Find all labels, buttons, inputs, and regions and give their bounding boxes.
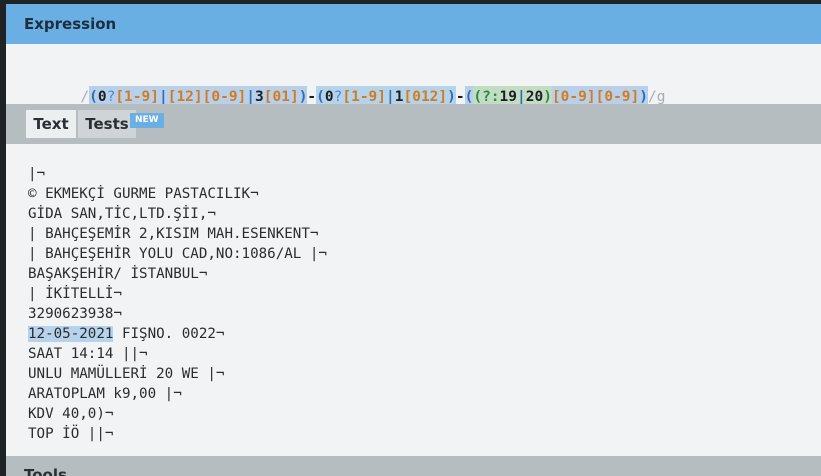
text-line: ARATOPLAM k9,00 |¬ bbox=[28, 386, 182, 402]
regex-match: 12-05-2021 bbox=[28, 326, 114, 342]
text-lines: |¬ © EKMEKÇİ GURME PASTACILIK¬ GİDA SAN,… bbox=[28, 164, 327, 444]
expression-input[interactable]: /(0?[1-9]|[12][0-9]|3[01])-(0?[1-9]|1[01… bbox=[28, 64, 665, 108]
test-text-area[interactable]: |¬ © EKMEKÇİ GURME PASTACILIK¬ GİDA SAN,… bbox=[6, 144, 821, 456]
text-line: |¬ bbox=[28, 166, 46, 182]
text-line: © EKMEKÇİ GURME PASTACILIK¬ bbox=[28, 186, 259, 202]
text-line: BAŞAKŞEHİR/ İSTANBUL¬ bbox=[28, 266, 208, 282]
text-line: SAAT 14:14 ||¬ bbox=[28, 346, 148, 362]
text-line: GİDA SAN,TİC,LTD.ŞİI,¬ bbox=[28, 206, 216, 222]
text-line: | BAHÇEŞEMİR 2,KISIM MAH.ESENKENT¬ bbox=[28, 226, 319, 242]
expression-header: Expression bbox=[6, 4, 821, 44]
tools-bar[interactable]: Tools bbox=[6, 456, 821, 476]
tab-text[interactable]: Text bbox=[26, 110, 76, 138]
text-line: | İKİTELLİ¬ bbox=[28, 286, 122, 302]
text-line: UNLU MAMÜLLERİ 20 WE |¬ bbox=[28, 366, 225, 382]
text-line: TOP İÖ ||¬ bbox=[28, 426, 114, 442]
new-badge: NEW bbox=[130, 113, 164, 128]
tabs-bar: Text Tests NEW bbox=[6, 104, 821, 144]
expression-area[interactable]: /(0?[1-9]|[12][0-9]|3[01])-(0?[1-9]|1[01… bbox=[6, 44, 821, 108]
text-line: | BAHÇEŞEHİR YOLU CAD,NO:1086/AL |¬ bbox=[28, 246, 327, 262]
text-line: KDV 40,0)¬ bbox=[28, 406, 114, 422]
regex-editor-panel: Expression /(0?[1-9]|[12][0-9]|3[01])-(0… bbox=[6, 4, 821, 476]
text-line: 3290623938¬ bbox=[28, 306, 122, 322]
tools-label: Tools bbox=[24, 466, 67, 476]
text-line-match: 12-05-2021 FIŞNO. 0022¬ bbox=[28, 326, 225, 342]
tab-tests[interactable]: Tests bbox=[78, 110, 136, 138]
